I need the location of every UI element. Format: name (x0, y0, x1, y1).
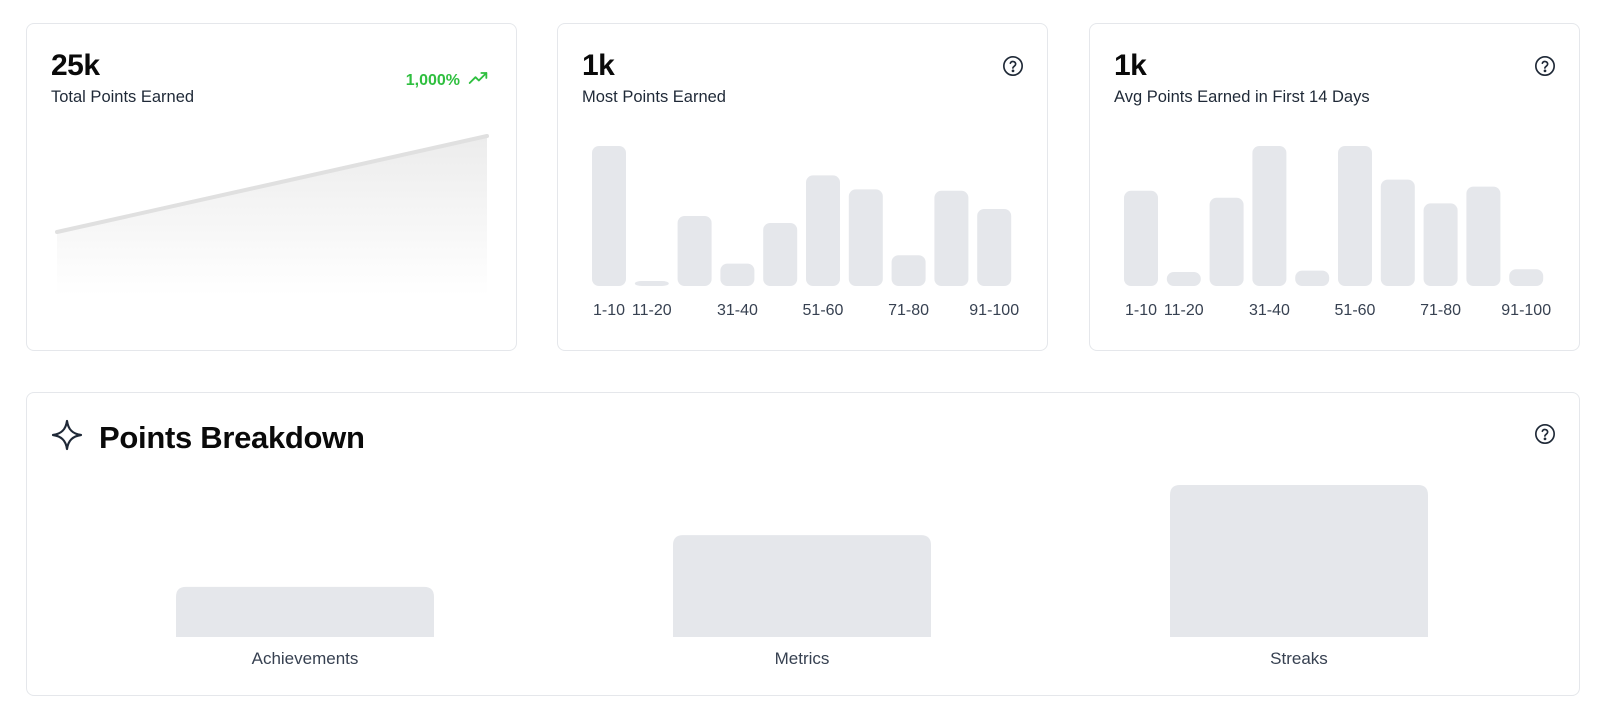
most-points-bar-41-50 (763, 223, 798, 286)
most-points-bar-91-100 (977, 209, 1012, 286)
points-breakdown-bar-chart: Achievements Metrics Streaks (176, 485, 1428, 668)
most-points-card: 1k Most Points Earned 1-10 11-20 31-40 51-6… (557, 23, 1048, 351)
avg-points-bar-chart: 1-10 11-20 31-40 51-60 71-80 91-100 (1124, 146, 1551, 319)
total-points-area-chart (55, 134, 489, 296)
avg-points-bar-51-60 (1338, 146, 1372, 286)
avg-points-bar-91-100 (1509, 269, 1544, 286)
most-points-tick-label: 51-60 (803, 302, 844, 319)
total-points-card: 25k Total Points Earned 1,000% (26, 23, 517, 351)
most-points-bar-1-10 (592, 146, 626, 286)
most-points-bar-51-60 (806, 175, 840, 286)
breakdown-category-label: Metrics (775, 649, 830, 668)
avg-points-tick-label: 51-60 (1335, 302, 1376, 319)
most-points-bar-61-70 (848, 189, 883, 286)
avg-points-bar-21-30 (1209, 197, 1244, 286)
most-points-tick-label: 11-20 (632, 302, 672, 319)
avg-points-bar-71-80 (1423, 203, 1458, 286)
avg-points-bar-1-10 (1124, 190, 1158, 286)
points-breakdown-card: Points Breakdown Achievements Metrics Stre… (26, 392, 1580, 696)
most-points-bar-81-90 (934, 190, 969, 286)
breakdown-category-label: Achievements (252, 649, 359, 668)
avg-points-tick-label: 1-10 (1125, 302, 1157, 319)
breakdown-bar-metrics (673, 535, 931, 637)
avg-points-bar-61-70 (1380, 179, 1415, 286)
most-points-bar-11-20 (634, 281, 669, 286)
avg-points-card: 1k Avg Points Earned in First 14 Days 1-… (1089, 23, 1580, 351)
avg-points-bar-81-90 (1466, 186, 1501, 286)
breakdown-bar-achievements (176, 586, 434, 637)
avg-points-tick-label: 91-100 (1501, 302, 1551, 319)
most-points-bar-chart: 1-10 11-20 31-40 51-60 71-80 91-100 (592, 146, 1019, 319)
avg-points-bar-31-40 (1252, 146, 1287, 286)
most-points-tick-label: 1-10 (593, 302, 625, 319)
avg-points-tick-label: 31-40 (1249, 302, 1290, 319)
most-points-tick-label: 91-100 (969, 302, 1019, 319)
most-points-bar-21-30 (677, 216, 712, 286)
breakdown-category-label: Streaks (1270, 649, 1328, 668)
avg-points-tick-label: 11-20 (1164, 302, 1204, 319)
most-points-bar-71-80 (891, 255, 926, 286)
most-points-tick-label: 71-80 (888, 302, 929, 319)
most-points-tick-label: 31-40 (717, 302, 758, 319)
avg-points-bar-11-20 (1166, 272, 1201, 286)
breakdown-bar-streaks (1170, 485, 1428, 637)
most-points-bar-31-40 (720, 263, 755, 286)
avg-points-bar-41-50 (1295, 270, 1330, 286)
avg-points-tick-label: 71-80 (1420, 302, 1461, 319)
